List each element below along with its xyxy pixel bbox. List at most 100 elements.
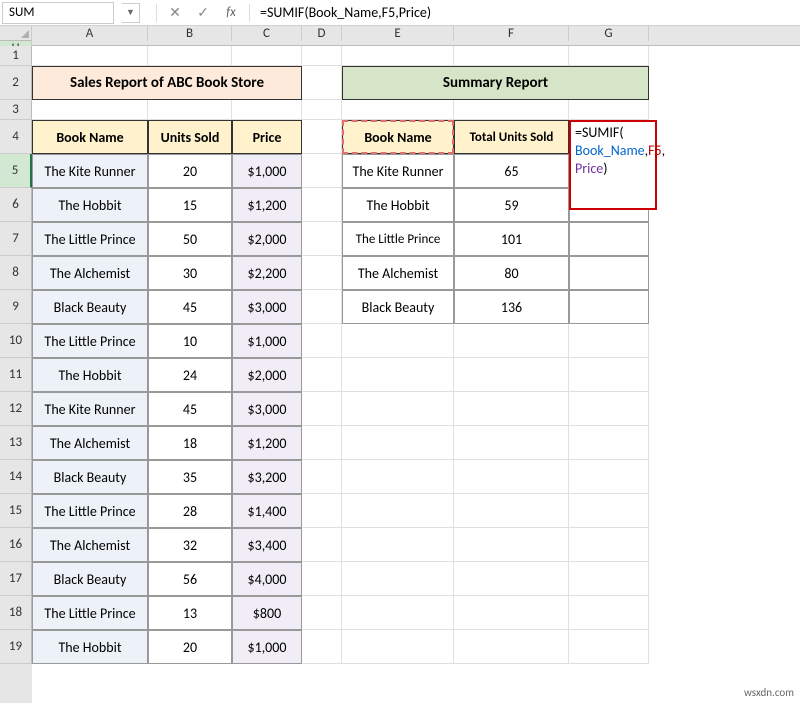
cell-B5[interactable]: The Kite Runner [32,154,148,188]
cell-D9[interactable]: $3,000 [232,290,302,324]
cell-G6[interactable]: 59 [454,188,569,222]
cell-H16[interactable] [569,528,649,562]
cell-H19[interactable] [569,630,649,664]
row-header-1[interactable]: 1 [0,46,32,66]
cell-D13[interactable]: $1,200 [232,426,302,460]
cell-E14[interactable] [302,460,342,494]
cell-G1[interactable] [454,46,569,66]
cell-E19[interactable] [302,630,342,664]
cell-C8[interactable]: 30 [148,256,232,290]
cell-G14[interactable] [454,460,569,494]
col-header-D[interactable]: D [302,26,342,41]
hdr-units[interactable]: Units Sold [148,120,232,154]
cell-F19[interactable] [342,630,454,664]
cell-C15[interactable]: 28 [148,494,232,528]
cell-H13[interactable] [569,426,649,460]
cell-F3[interactable] [342,100,454,120]
cell-G15[interactable] [454,494,569,528]
cell-H3[interactable] [569,100,649,120]
cell-G9[interactable]: 136 [454,290,569,324]
cell-B17[interactable]: Black Beauty [32,562,148,596]
col-header-G[interactable]: G [569,26,649,41]
select-all-corner[interactable] [0,26,32,41]
cell-D14[interactable]: $3,200 [232,460,302,494]
cell-C17[interactable]: 56 [148,562,232,596]
row-header-18[interactable]: 18 [0,596,32,630]
row-header-13[interactable]: 13 [0,426,32,460]
cell-D17[interactable]: $4,000 [232,562,302,596]
hdr-stotal[interactable]: Total Units Sold [454,120,569,154]
col-header-E[interactable]: E [342,26,454,41]
cell-G12[interactable] [454,392,569,426]
cell-F12[interactable] [342,392,454,426]
cell-B19[interactable]: The Hobbit [32,630,148,664]
cell-G18[interactable] [454,596,569,630]
cell-F13[interactable] [342,426,454,460]
cell-F1[interactable] [342,46,454,66]
row-header-4[interactable]: 4 [0,120,32,154]
cell-F5[interactable]: The Kite Runner [342,154,454,188]
row-header-2[interactable]: 2 [0,66,32,100]
cell-F15[interactable] [342,494,454,528]
cell-E4[interactable] [302,120,342,154]
cell-H9[interactable] [569,290,649,324]
cell-E15[interactable] [302,494,342,528]
cell-F18[interactable] [342,596,454,630]
name-box[interactable]: SUM [2,2,114,24]
cell-H15[interactable] [569,494,649,528]
row-header-10[interactable]: 10 [0,324,32,358]
row-header-15[interactable]: 15 [0,494,32,528]
cell-D10[interactable]: $1,000 [232,324,302,358]
cell-C7[interactable]: 50 [148,222,232,256]
cell-G13[interactable] [454,426,569,460]
cell-F17[interactable] [342,562,454,596]
cell-B18[interactable]: The Little Prince [32,596,148,630]
cell-B3[interactable] [32,100,148,120]
cell-H18[interactable] [569,596,649,630]
cell-D8[interactable]: $2,200 [232,256,302,290]
cell-E2[interactable] [302,66,342,100]
cell-D12[interactable]: $3,000 [232,392,302,426]
sales-title[interactable]: Sales Report of ABC Book Store [32,66,302,100]
row-header-17[interactable]: 17 [0,562,32,596]
col-header-C[interactable]: C [232,26,302,41]
cell-E8[interactable] [302,256,342,290]
row-header-14[interactable]: 14 [0,460,32,494]
cell-E17[interactable] [302,562,342,596]
cell-H12[interactable] [569,392,649,426]
hdr-sbook[interactable]: Book Name [342,120,454,154]
cell-D7[interactable]: $2,000 [232,222,302,256]
cell-C16[interactable]: 32 [148,528,232,562]
cell-B7[interactable]: The Little Prince [32,222,148,256]
cell-E18[interactable] [302,596,342,630]
cell-B6[interactable]: The Hobbit [32,188,148,222]
cell-C13[interactable]: 18 [148,426,232,460]
cell-B1[interactable] [32,46,148,66]
formula-input[interactable] [254,2,800,24]
col-header-A[interactable]: A [32,26,148,41]
cell-E5[interactable] [302,154,342,188]
row-header-8[interactable]: 8 [0,256,32,290]
cell-B15[interactable]: The Little Prince [32,494,148,528]
cell-C18[interactable]: 13 [148,596,232,630]
cell-G17[interactable] [454,562,569,596]
cell-E11[interactable] [302,358,342,392]
cell-B13[interactable]: The Alchemist [32,426,148,460]
cell-C3[interactable] [148,100,232,120]
cell-E6[interactable] [302,188,342,222]
cell-G3[interactable] [454,100,569,120]
cell-H1[interactable] [569,46,649,66]
name-box-dropdown[interactable]: ▼ [122,3,140,23]
cell-F8[interactable]: The Alchemist [342,256,454,290]
cell-B11[interactable]: The Hobbit [32,358,148,392]
cell-C6[interactable]: 15 [148,188,232,222]
cell-G5[interactable]: 65 [454,154,569,188]
cell-E9[interactable] [302,290,342,324]
col-header-F[interactable]: F [454,26,569,41]
cell-B9[interactable]: Black Beauty [32,290,148,324]
cell-H11[interactable] [569,358,649,392]
row-header-19[interactable]: 19 [0,630,32,664]
cell-E16[interactable] [302,528,342,562]
cell-C14[interactable]: 35 [148,460,232,494]
cell-F9[interactable]: Black Beauty [342,290,454,324]
